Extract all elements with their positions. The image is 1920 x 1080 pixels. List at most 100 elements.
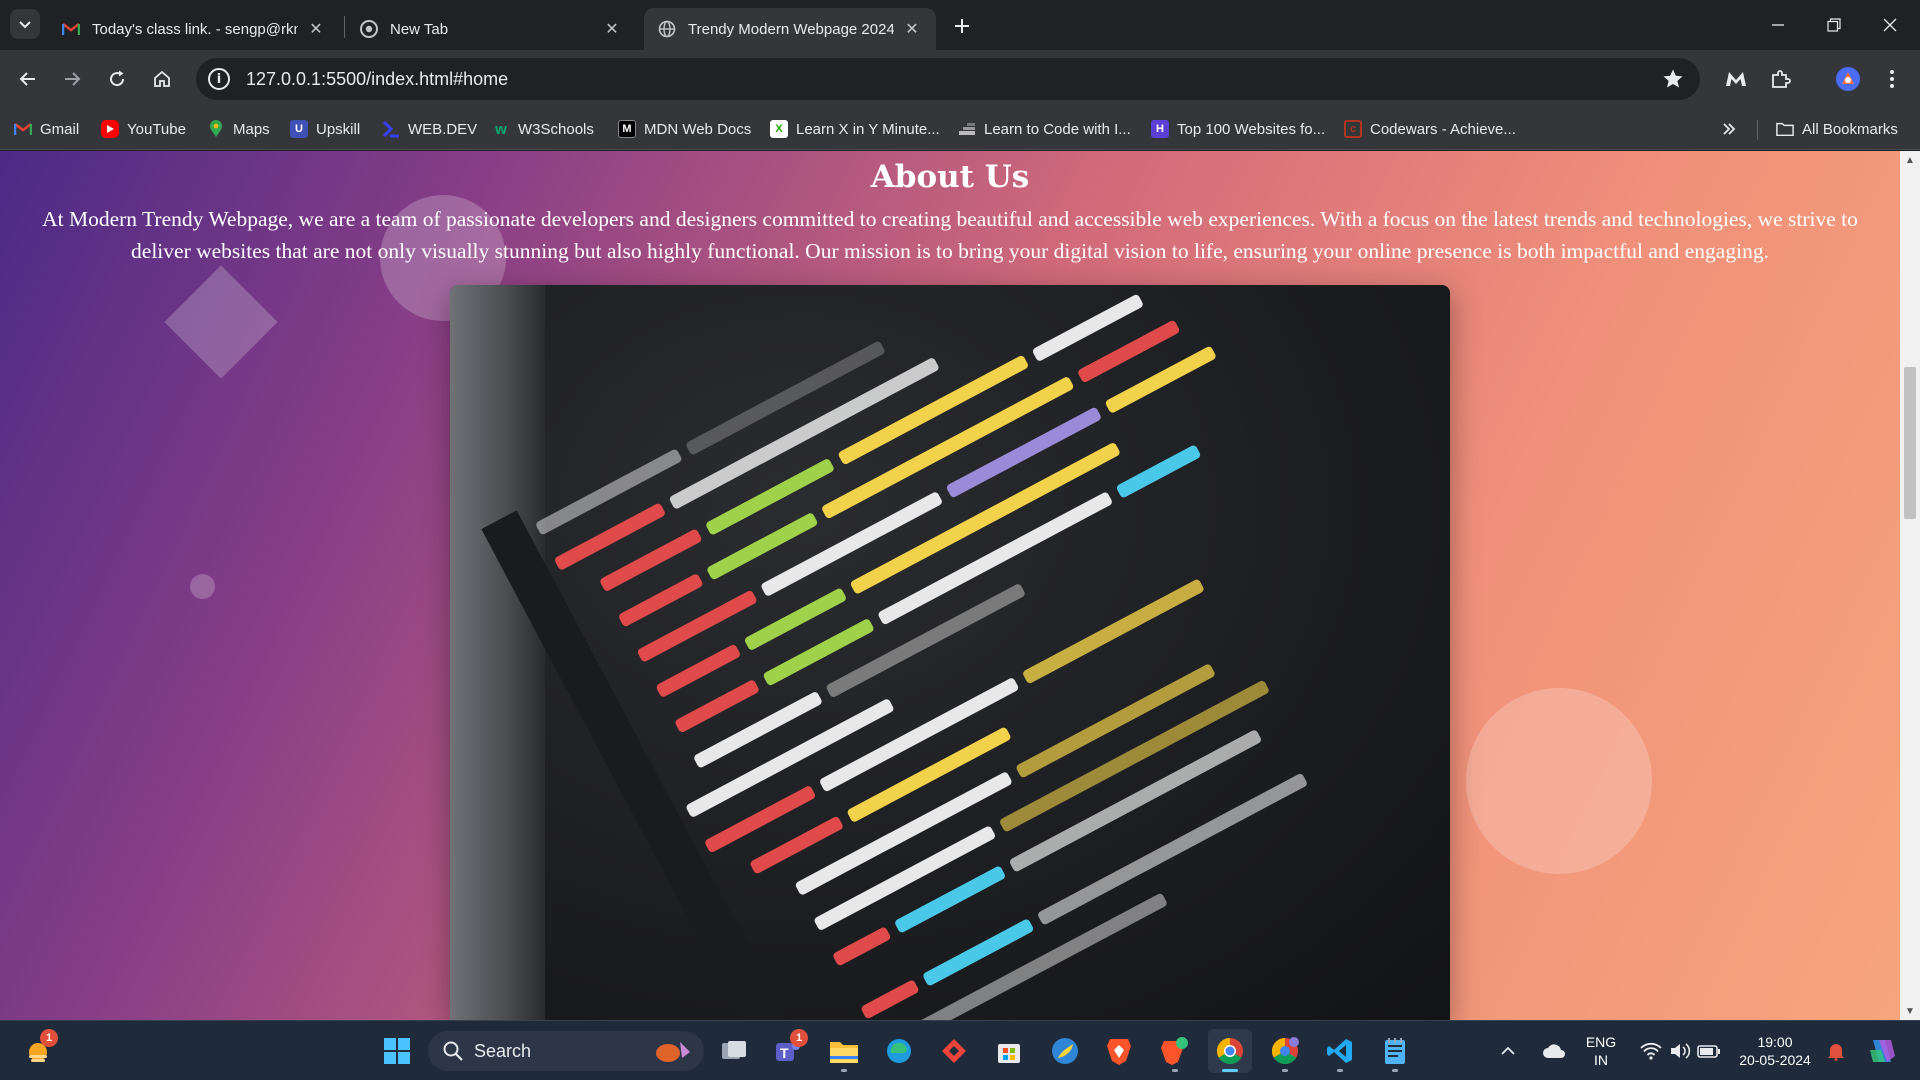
edge-app[interactable]: [877, 1029, 921, 1073]
folder-icon: [830, 1042, 858, 1063]
page-scrollbar[interactable]: ▲ ▼: [1900, 151, 1920, 1020]
bookmark-webdev[interactable]: WEB.DEV: [382, 116, 477, 142]
show-hidden-icons-button[interactable]: [1490, 1029, 1526, 1073]
task-view-icon: [722, 1041, 746, 1059]
close-icon[interactable]: ✕: [602, 19, 622, 39]
restore-button[interactable]: [1806, 0, 1862, 50]
bookmark-codewars[interactable]: c Codewars - Achieve...: [1344, 116, 1516, 142]
bookmark-star-icon[interactable]: [1662, 68, 1684, 95]
bookmarks-overflow-button[interactable]: [1716, 116, 1742, 142]
bookmark-mdn[interactable]: M MDN Web Docs: [618, 116, 751, 142]
decorative-dot: [190, 574, 215, 599]
vscode-icon: [1327, 1039, 1352, 1063]
notifications-button[interactable]: [1818, 1029, 1854, 1073]
about-heading: About Us: [870, 159, 1030, 195]
extension-m-button[interactable]: [1720, 63, 1752, 95]
back-button[interactable]: [12, 63, 44, 95]
profile-avatar-button[interactable]: [1832, 63, 1864, 95]
brave-app[interactable]: [1097, 1029, 1141, 1073]
reload-button[interactable]: [101, 63, 133, 95]
copilot-icon: [1870, 1040, 1895, 1062]
svg-text:T: T: [780, 1045, 789, 1061]
close-icon[interactable]: ✕: [306, 19, 326, 39]
microsoft-store-app[interactable]: [987, 1029, 1031, 1073]
widgets-button[interactable]: 1: [18, 1029, 62, 1073]
bookmark-learnx[interactable]: X Learn X in Y Minute...: [770, 116, 940, 142]
bookmark-learncode[interactable]: Learn to Code with I...: [958, 116, 1131, 142]
bookmark-gmail[interactable]: Gmail: [14, 116, 79, 142]
brave-beta-app[interactable]: [1153, 1029, 1197, 1073]
gmail-icon: [62, 20, 80, 38]
kebab-menu-icon: [1890, 70, 1894, 88]
vscode-app[interactable]: [1318, 1029, 1362, 1073]
learncode-icon: [958, 120, 976, 138]
python-app[interactable]: [1043, 1029, 1087, 1073]
brave-beta-icon: [1161, 1037, 1188, 1065]
home-button[interactable]: [146, 63, 178, 95]
taskbar-search[interactable]: Search: [428, 1031, 704, 1071]
task-view-button[interactable]: [712, 1029, 756, 1073]
bookmark-youtube[interactable]: YouTube: [101, 116, 186, 142]
plus-icon: [955, 19, 969, 33]
all-bookmarks-button[interactable]: All Bookmarks: [1776, 116, 1898, 142]
site-info-icon[interactable]: i: [208, 68, 230, 90]
globe-icon: [658, 20, 676, 38]
tab-title: Today's class link. - sengp@rkn: [92, 20, 298, 38]
tab-new-tab[interactable]: New Tab ✕: [346, 8, 636, 50]
close-icon: [1883, 18, 1897, 32]
file-explorer-app[interactable]: [822, 1029, 866, 1073]
running-indicator: [1172, 1069, 1178, 1072]
top100-icon: H: [1151, 120, 1169, 138]
browser-toolbar: i 127.0.0.1:5500/index.html#home: [0, 50, 1920, 108]
chevron-up-icon: [1501, 1046, 1515, 1055]
quick-settings-button[interactable]: [1630, 1029, 1730, 1073]
start-button[interactable]: [375, 1029, 419, 1073]
tab-gmail[interactable]: Today's class link. - sengp@rkn ✕: [48, 8, 340, 50]
chevron-down-icon: [19, 21, 31, 29]
menu-button[interactable]: [1876, 63, 1908, 95]
chevron-double-right-icon: [1723, 123, 1736, 135]
close-window-button[interactable]: [1862, 0, 1918, 50]
address-bar[interactable]: i 127.0.0.1:5500/index.html#home: [196, 58, 1700, 100]
tab-title: New Tab: [390, 20, 449, 38]
chrome-profile-app[interactable]: [1263, 1029, 1307, 1073]
minimize-button[interactable]: [1750, 0, 1806, 50]
bookmark-w3schools[interactable]: w W3Schools: [492, 116, 594, 142]
bookmark-label: Learn X in Y Minute...: [796, 120, 940, 138]
scroll-up-arrow-icon[interactable]: ▲: [1900, 151, 1920, 169]
bookmark-maps[interactable]: Maps: [207, 116, 270, 142]
clock-date: 20-05-2024: [1739, 1052, 1811, 1068]
bookmarks-bar: Gmail YouTube Maps U Upskill WEB.DEV w W…: [0, 108, 1920, 150]
notification-badge: 1: [40, 1029, 58, 1047]
bookmark-label: YouTube: [127, 120, 186, 138]
new-tab-button[interactable]: [948, 12, 976, 40]
decorative-diamond: [164, 265, 278, 379]
tab-separator: [344, 16, 345, 38]
anydesk-app[interactable]: [932, 1029, 976, 1073]
teams-app[interactable]: T 1: [766, 1029, 810, 1073]
notepad-app[interactable]: [1373, 1029, 1417, 1073]
forward-button[interactable]: [56, 63, 88, 95]
bookmark-top100[interactable]: H Top 100 Websites fo...: [1151, 116, 1325, 142]
home-icon: [154, 70, 170, 87]
bookmark-upskill[interactable]: U Upskill: [290, 116, 360, 142]
bookmark-label: WEB.DEV: [408, 120, 478, 138]
tab-trendy-modern-webpage[interactable]: Trendy Modern Webpage 2024 ✕: [644, 8, 936, 50]
minimize-icon: [1772, 24, 1784, 26]
tab-title: Trendy Modern Webpage 2024: [688, 20, 894, 38]
onedrive-button[interactable]: [1535, 1029, 1573, 1073]
tab-strip: Today's class link. - sengp@rkn ✕ New Ta…: [0, 0, 1920, 50]
chrome-app[interactable]: [1208, 1029, 1252, 1073]
scroll-down-arrow-icon[interactable]: ▼: [1900, 1002, 1920, 1020]
language-indicator[interactable]: ENG IN: [1578, 1033, 1624, 1069]
tab-search-button[interactable]: [10, 9, 40, 39]
copilot-button[interactable]: [1860, 1029, 1904, 1073]
windows-logo-icon: [384, 1038, 410, 1064]
close-icon[interactable]: ✕: [902, 19, 922, 39]
youtube-icon: [101, 120, 119, 138]
scroll-thumb[interactable]: [1904, 367, 1916, 519]
webdev-icon: [382, 120, 400, 138]
clock[interactable]: 19:00 20-05-2024: [1734, 1033, 1816, 1069]
code-lines-graphic: [481, 294, 1307, 1020]
extensions-button[interactable]: [1765, 63, 1797, 95]
